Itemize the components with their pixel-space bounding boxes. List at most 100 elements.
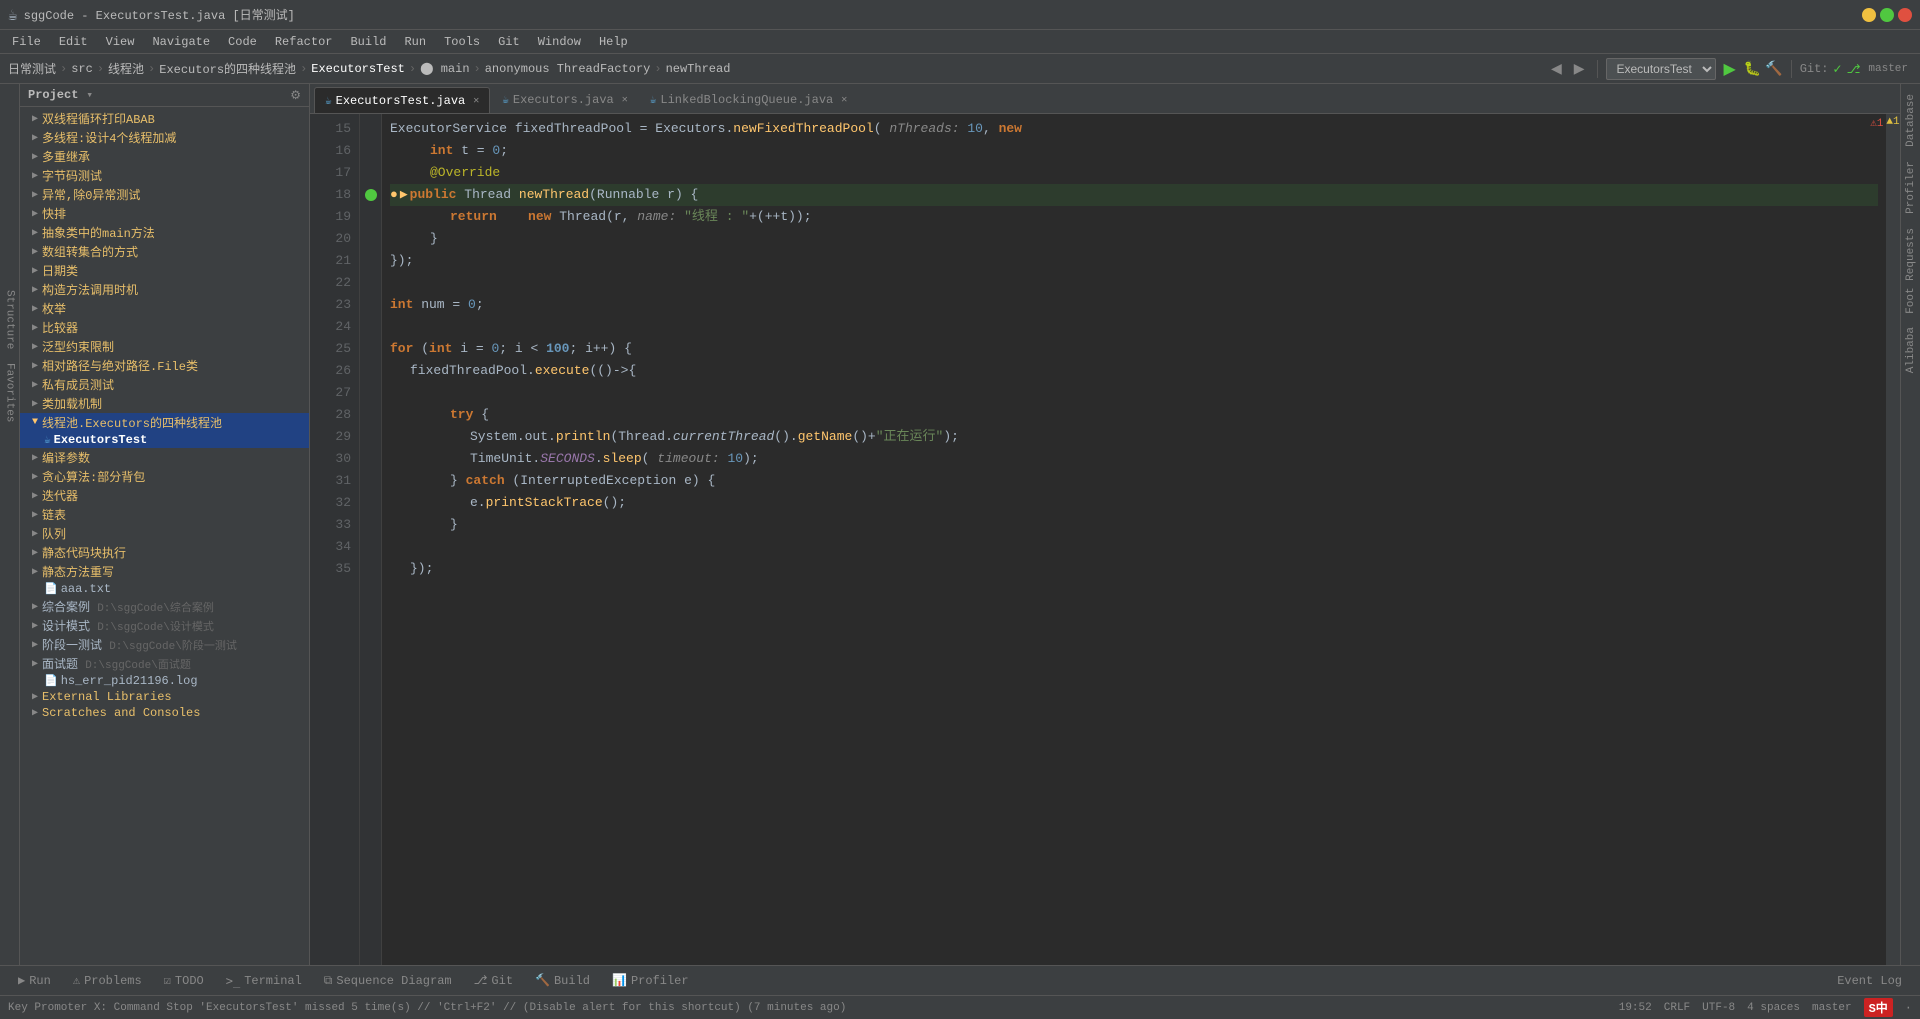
git-check-button[interactable]: ✓ <box>1833 62 1843 76</box>
favorites-tab[interactable]: Favorites <box>2 357 18 428</box>
tree-item-enum[interactable]: ▶ 枚举 <box>20 299 309 318</box>
foot-requests-panel-tab[interactable]: Foot Requests <box>1903 222 1919 320</box>
alibaba-panel-tab[interactable]: Alibaba <box>1903 321 1919 379</box>
tree-item-ABAB[interactable]: ▶ 双线程循环打印ABAB <box>20 109 309 128</box>
code-line-18: ● ▶ public Thread newThread(Runnable r) … <box>390 184 1878 206</box>
breadcrumb-executors-folder[interactable]: Executors的四种线程池 <box>159 60 296 77</box>
tree-item-static-override[interactable]: ▶ 静态方法重写 <box>20 562 309 581</box>
tab-executors[interactable]: ☕ Executors.java ✕ <box>492 87 637 113</box>
project-gear-icon[interactable]: ⚙ <box>290 88 301 102</box>
tab-profiler[interactable]: 📊 Profiler <box>602 969 699 992</box>
tab-close-icon[interactable]: ✕ <box>473 95 479 107</box>
tab-sequence[interactable]: ⧉ Sequence Diagram <box>314 970 462 992</box>
tab-terminal[interactable]: >_ Terminal <box>216 970 312 992</box>
run-config-dropdown[interactable]: ExecutorsTest <box>1606 58 1716 80</box>
tree-item-static-init[interactable]: ▶ 静态代码块执行 <box>20 543 309 562</box>
breadcrumb-newthread[interactable]: newThread <box>666 62 731 76</box>
menu-refactor[interactable]: Refactor <box>267 33 341 51</box>
tree-item-classload[interactable]: ▶ 类加载机制 <box>20 394 309 413</box>
tree-item-queue[interactable]: ▶ 队列 <box>20 524 309 543</box>
status-git-branch[interactable]: master <box>1812 1002 1852 1014</box>
event-log-tab[interactable]: Event Log <box>1827 970 1912 992</box>
tab-git[interactable]: ⎇ Git <box>464 969 523 992</box>
ime-indicator[interactable]: S中 <box>1864 998 1893 1017</box>
menu-view[interactable]: View <box>98 33 143 51</box>
profiler-panel-tab[interactable]: Profiler <box>1903 155 1919 220</box>
menu-run[interactable]: Run <box>396 33 434 51</box>
tab-problems[interactable]: ⚠ Problems <box>63 969 152 992</box>
tree-item-generic[interactable]: ▶ 泛型约束限制 <box>20 337 309 356</box>
tree-item-constructor[interactable]: ▶ 构造方法调用时机 <box>20 280 309 299</box>
tree-item-aaa[interactable]: 📄 aaa.txt <box>20 581 309 597</box>
tree-item-compile[interactable]: ▶ 编译参数 <box>20 448 309 467</box>
tree-item-comprehensive[interactable]: ▶ 综合案例 D:\sggCode\综合案例 <box>20 597 309 616</box>
ime-punctuation[interactable]: · <box>1905 1001 1912 1015</box>
status-time[interactable]: 19:52 <box>1619 1002 1652 1014</box>
tab-build[interactable]: 🔨 Build <box>525 969 600 992</box>
tab-run[interactable]: ▶ Run <box>8 969 61 992</box>
tree-item-exception[interactable]: ▶ 异常,除0异常测试 <box>20 185 309 204</box>
breadcrumb-root[interactable]: 日常测试 <box>8 60 56 77</box>
tab-executors-test[interactable]: ☕ ExecutorsTest.java ✕ <box>314 87 490 113</box>
menu-file[interactable]: File <box>4 33 49 51</box>
tree-item-comparator[interactable]: ▶ 比较器 <box>20 318 309 337</box>
menu-help[interactable]: Help <box>591 33 636 51</box>
database-panel-tab[interactable]: Database <box>1903 88 1919 153</box>
tree-item-array[interactable]: ▶ 数组转集合的方式 <box>20 242 309 261</box>
tree-arrow: ▶ <box>28 658 42 670</box>
menu-tools[interactable]: Tools <box>436 33 488 51</box>
tree-item-greedy[interactable]: ▶ 贪心算法:部分背包 <box>20 467 309 486</box>
scrollbar-gutter[interactable]: ⚠1 ▲1 ▲2 <box>1886 114 1900 965</box>
tree-item-path[interactable]: ▶ 相对路径与绝对路径.File类 <box>20 356 309 375</box>
breadcrumb-executors-test[interactable]: ExecutorsTest <box>311 62 405 76</box>
code-content[interactable]: ExecutorService fixedThreadPool = Execut… <box>382 114 1886 965</box>
tree-item-abstract[interactable]: ▶ 抽象类中的main方法 <box>20 223 309 242</box>
tree-item-external[interactable]: ▶ External Libraries <box>20 689 309 705</box>
close-button[interactable] <box>1898 8 1912 22</box>
tree-item-design[interactable]: ▶ 设计模式 D:\sggCode\设计模式 <box>20 616 309 635</box>
menu-edit[interactable]: Edit <box>51 33 96 51</box>
maximize-button[interactable] <box>1880 8 1894 22</box>
tree-item-hs-err[interactable]: 📄 hs_err_pid21196.log <box>20 673 309 689</box>
status-charset[interactable]: UTF-8 <box>1702 1002 1735 1014</box>
tree-item-executors-folder[interactable]: ▼ 线程池.Executors的四种线程池 <box>20 413 309 432</box>
status-line-ending[interactable]: CRLF <box>1664 1002 1690 1014</box>
tree-item-scratches[interactable]: ▶ Scratches and Consoles <box>20 705 309 721</box>
tree-item-inherit[interactable]: ▶ 多重继承 <box>20 147 309 166</box>
title-bar-controls[interactable] <box>1862 8 1912 22</box>
tree-item-date[interactable]: ▶ 日期类 <box>20 261 309 280</box>
menu-code[interactable]: Code <box>220 33 265 51</box>
tree-item-stage1[interactable]: ▶ 阶段一测试 D:\sggCode\阶段一测试 <box>20 635 309 654</box>
forward-button[interactable]: ▶ <box>1570 58 1589 79</box>
tree-item-linkedlist[interactable]: ▶ 链表 <box>20 505 309 524</box>
project-dropdown-icon[interactable]: ▾ <box>86 88 93 102</box>
run-button[interactable]: ▶ <box>1720 57 1740 81</box>
back-button[interactable]: ◀ <box>1547 58 1566 79</box>
tree-item-bytecode[interactable]: ▶ 字节码测试 <box>20 166 309 185</box>
tree-item-multithread[interactable]: ▶ 多线程:设计4个线程加减 <box>20 128 309 147</box>
git-merge-button[interactable]: ⎇ <box>1847 62 1861 76</box>
tab-linkedblocking[interactable]: ☕ LinkedBlockingQueue.java ✕ <box>640 87 857 113</box>
menu-git[interactable]: Git <box>490 33 528 51</box>
tab-todo[interactable]: ☑ TODO <box>154 969 214 992</box>
tree-item-executors-test[interactable]: ☕ ExecutorsTest <box>20 432 309 448</box>
breadcrumb-main[interactable]: ⬤ main <box>420 61 469 76</box>
tree-item-private[interactable]: ▶ 私有成员测试 <box>20 375 309 394</box>
tab-close-icon[interactable]: ✕ <box>622 94 628 106</box>
menu-window[interactable]: Window <box>530 33 589 51</box>
menu-build[interactable]: Build <box>342 33 394 51</box>
status-indent[interactable]: 4 spaces <box>1747 1002 1800 1014</box>
code-editor[interactable]: 15 16 17 18 19 20 21 22 23 24 25 26 27 2… <box>310 114 1900 965</box>
structure-tab[interactable]: Structure <box>2 284 18 355</box>
tree-item-interview[interactable]: ▶ 面试题 D:\sggCode\面试题 <box>20 654 309 673</box>
tree-item-sort[interactable]: ▶ 快排 <box>20 204 309 223</box>
breadcrumb-threadpool[interactable]: 线程池 <box>108 60 144 77</box>
menu-navigate[interactable]: Navigate <box>144 33 218 51</box>
tab-close-icon[interactable]: ✕ <box>841 94 847 106</box>
minimize-button[interactable] <box>1862 8 1876 22</box>
build-button[interactable]: 🔨 <box>1765 60 1782 77</box>
breadcrumb-src[interactable]: src <box>71 62 93 76</box>
tree-item-iterator[interactable]: ▶ 迭代器 <box>20 486 309 505</box>
debug-button[interactable]: 🐛 <box>1744 60 1761 77</box>
breadcrumb-anon[interactable]: anonymous ThreadFactory <box>485 62 651 76</box>
